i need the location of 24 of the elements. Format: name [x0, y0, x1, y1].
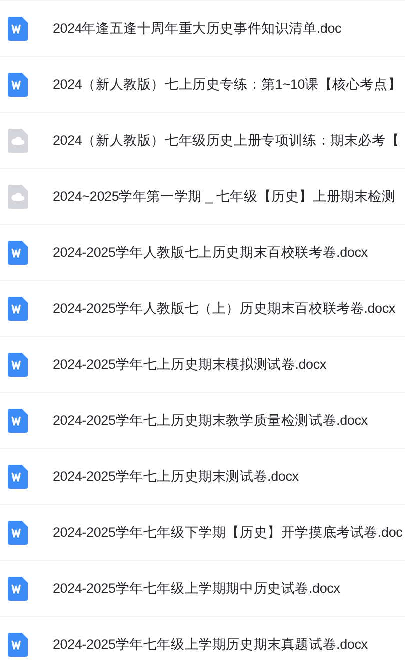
- file-name[interactable]: 2024-2025学年人教版七（上）历史期末百校联考卷.docx: [53, 300, 396, 318]
- cloud-file-icon: [8, 128, 28, 152]
- document-icon: [8, 632, 28, 656]
- document-icon: [8, 408, 28, 432]
- cloud-file-icon: [8, 184, 28, 208]
- document-icon: [8, 576, 28, 600]
- file-name[interactable]: 2024（新人教版）七年级历史上册专项训练：期末必考【: [53, 132, 400, 150]
- file-name[interactable]: 2024-2025学年七上历史期末教学质量检测试卷.docx: [53, 412, 368, 430]
- file-name[interactable]: 2024年逢五逢十周年重大历史事件知识清单.doc: [53, 20, 342, 38]
- document-icon: [8, 72, 28, 96]
- document-icon: [8, 352, 28, 376]
- document-icon: [8, 240, 28, 264]
- file-name[interactable]: 2024-2025学年人教版七上历史期末百校联考卷.docx: [53, 244, 368, 262]
- file-name[interactable]: 2024-2025学年七上历史期末模拟测试卷.docx: [53, 356, 326, 374]
- file-name[interactable]: 2024-2025学年七上历史期末测试卷.docx: [53, 468, 299, 486]
- document-icon: [8, 296, 28, 320]
- file-name[interactable]: 2024-2025学年七年级上学期历史期末真题试卷.docx: [53, 636, 368, 654]
- file-name[interactable]: 2024~2025学年第一学期 _ 七年级【历史】上册期末检测: [53, 188, 396, 206]
- file-name[interactable]: 2024-2025学年七年级下学期【历史】开学摸底考试卷.doc: [53, 524, 403, 542]
- document-icon: [8, 16, 28, 40]
- file-name[interactable]: 2024（新人教版）七上历史专练：第1~10课【核心考点】: [53, 76, 402, 94]
- document-icon: [8, 520, 28, 544]
- file-name[interactable]: 2024-2025学年七年级上学期期中历史试卷.docx: [53, 580, 340, 598]
- document-icon: [8, 464, 28, 488]
